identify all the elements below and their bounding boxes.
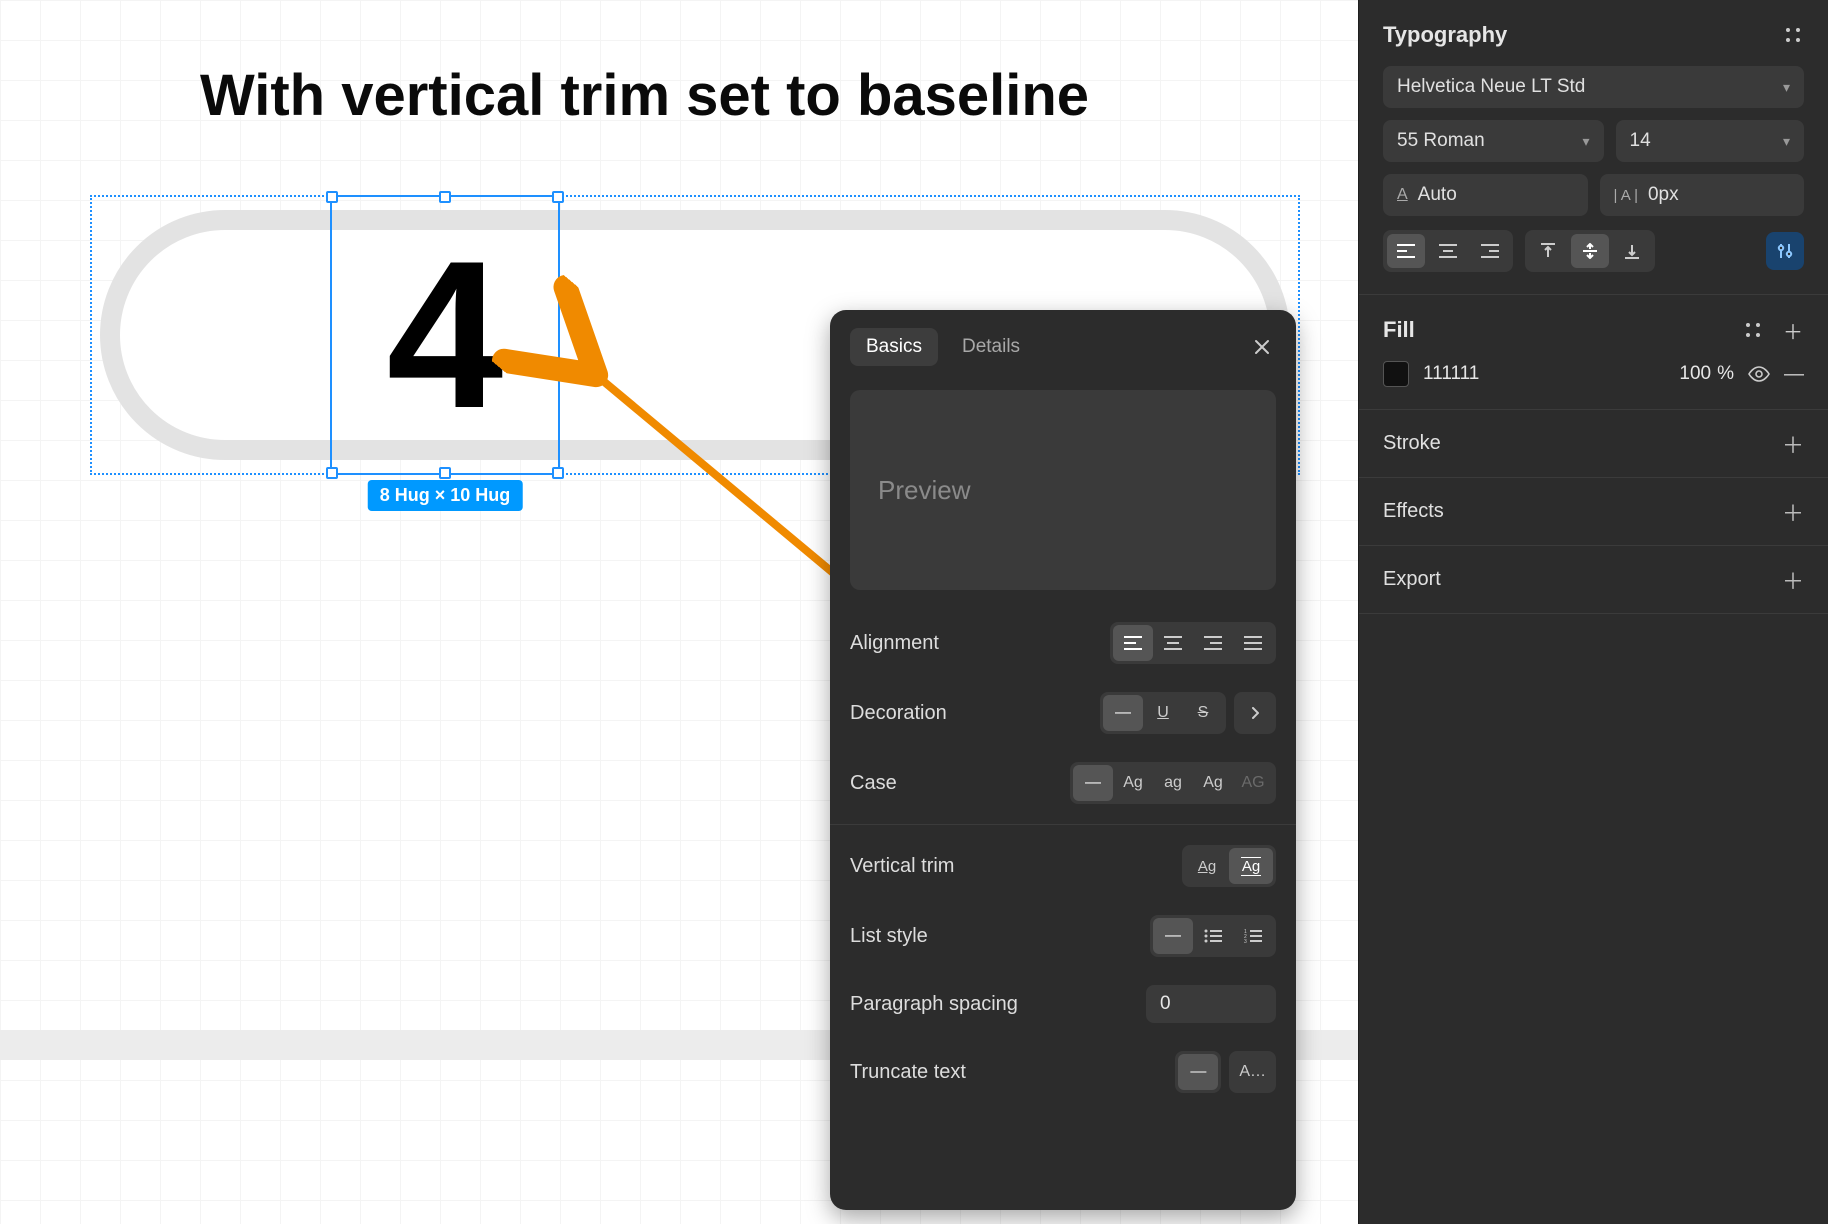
truncate-text-label: Truncate text <box>850 1061 1175 1084</box>
resize-handle-tl[interactable] <box>326 191 338 203</box>
paragraph-spacing-label: Paragraph spacing <box>850 993 1146 1016</box>
preview-box: Preview <box>850 390 1276 590</box>
vertical-trim-standard-button[interactable]: Ag <box>1185 848 1229 884</box>
font-family-value: Helvetica Neue LT Std <box>1397 76 1585 98</box>
fill-hex-input[interactable] <box>1423 363 1513 385</box>
type-settings-button[interactable] <box>1766 232 1804 270</box>
export-add-icon[interactable]: ＋ <box>1782 569 1804 591</box>
svg-text:3: 3 <box>1244 939 1247 943</box>
decoration-strike-button[interactable]: S <box>1183 695 1223 731</box>
selection-size-badge: 8 Hug × 10 Hug <box>368 480 523 511</box>
resize-handle-bl[interactable] <box>326 467 338 479</box>
effects-title: Effects <box>1383 500 1444 523</box>
align-left-button[interactable] <box>1113 625 1153 661</box>
font-size-value: 14 <box>1630 130 1651 152</box>
line-height-icon: A <box>1397 186 1408 204</box>
font-weight-select[interactable]: 55 Roman ▾ <box>1383 120 1604 162</box>
fill-swatch[interactable] <box>1383 361 1409 387</box>
letter-spacing-value: 0px <box>1648 184 1679 206</box>
type-settings-panel: Basics Details Preview Alignment <box>830 310 1296 1210</box>
stroke-add-icon[interactable]: ＋ <box>1782 433 1804 455</box>
decoration-underline-button[interactable]: U <box>1143 695 1183 731</box>
alignment-label: Alignment <box>850 632 1110 655</box>
line-height-value: Auto <box>1418 184 1457 206</box>
font-family-select[interactable]: Helvetica Neue LT Std ▾ <box>1383 66 1804 108</box>
line-height-field[interactable]: A Auto <box>1383 174 1588 216</box>
export-title: Export <box>1383 568 1441 591</box>
letter-spacing-icon: | A | <box>1614 187 1638 204</box>
fill-opacity-unit: % <box>1717 363 1734 385</box>
list-numbered-button[interactable]: 123 <box>1233 918 1273 954</box>
case-none-button[interactable]: — <box>1073 765 1113 801</box>
fill-visibility-icon[interactable] <box>1748 366 1770 382</box>
case-titlecase-button[interactable]: Ag <box>1193 765 1233 801</box>
effects-section-header[interactable]: Effects ＋ <box>1359 478 1828 546</box>
resize-handle-bm[interactable] <box>439 467 451 479</box>
case-smallcaps-button[interactable]: AG <box>1233 765 1273 801</box>
inspector-panel: Typography Helvetica Neue LT Std ▾ 55 Ro… <box>1358 0 1828 1224</box>
chevron-down-icon: ▾ <box>1783 133 1790 150</box>
align-right-button[interactable] <box>1193 625 1233 661</box>
resize-handle-tr[interactable] <box>552 191 564 203</box>
text-align-right-button[interactable] <box>1471 234 1509 268</box>
case-lowercase-button[interactable]: ag <box>1153 765 1193 801</box>
font-size-select[interactable]: 14 ▾ <box>1616 120 1804 162</box>
fill-remove-icon[interactable]: — <box>1784 363 1804 386</box>
list-none-button[interactable]: — <box>1153 918 1193 954</box>
fill-add-icon[interactable]: ＋ <box>1782 319 1804 341</box>
resize-handle-tm[interactable] <box>439 191 451 203</box>
truncate-end-chip[interactable]: A… <box>1229 1051 1276 1093</box>
selected-text-glyph[interactable]: 4 <box>387 230 504 440</box>
chevron-down-icon: ▾ <box>1783 79 1790 96</box>
vertical-trim-label: Vertical trim <box>850 855 1182 878</box>
fill-opacity-input[interactable] <box>1665 363 1711 385</box>
stroke-section-header[interactable]: Stroke ＋ <box>1359 410 1828 478</box>
chevron-down-icon: ▾ <box>1583 133 1590 150</box>
align-center-button[interactable] <box>1153 625 1193 661</box>
typography-styles-icon[interactable] <box>1782 24 1804 46</box>
typography-section: Typography Helvetica Neue LT Std ▾ 55 Ro… <box>1359 0 1828 295</box>
fill-styles-icon[interactable] <box>1742 319 1764 341</box>
list-bullet-button[interactable] <box>1193 918 1233 954</box>
stroke-title: Stroke <box>1383 432 1441 455</box>
export-section-header[interactable]: Export ＋ <box>1359 546 1828 614</box>
letter-spacing-field[interactable]: | A | 0px <box>1600 174 1805 216</box>
decoration-label: Decoration <box>850 702 1100 725</box>
align-justify-button[interactable] <box>1233 625 1273 661</box>
font-weight-value: 55 Roman <box>1397 130 1485 152</box>
truncate-none-button[interactable]: — <box>1178 1054 1218 1090</box>
tab-details[interactable]: Details <box>946 328 1036 366</box>
paragraph-spacing-input[interactable] <box>1146 985 1276 1023</box>
effects-add-icon[interactable]: ＋ <box>1782 501 1804 523</box>
case-capitalize-button[interactable]: Ag <box>1113 765 1153 801</box>
typography-title: Typography <box>1383 22 1507 48</box>
vertical-align-middle-button[interactable] <box>1571 234 1609 268</box>
case-label: Case <box>850 772 1070 795</box>
vertical-trim-cap-button[interactable]: Ag <box>1229 848 1273 884</box>
list-style-label: List style <box>850 925 1150 948</box>
text-align-center-button[interactable] <box>1429 234 1467 268</box>
fill-title: Fill <box>1383 317 1415 343</box>
resize-handle-br[interactable] <box>552 467 564 479</box>
design-canvas[interactable]: With vertical trim set to baseline 4 8 H… <box>0 0 1358 1224</box>
tab-basics[interactable]: Basics <box>850 328 938 366</box>
preview-placeholder: Preview <box>878 475 970 506</box>
vertical-align-bottom-button[interactable] <box>1613 234 1651 268</box>
vertical-align-top-button[interactable] <box>1529 234 1567 268</box>
canvas-heading: With vertical trim set to baseline <box>200 62 1089 129</box>
close-icon[interactable] <box>1248 333 1276 361</box>
text-align-left-button[interactable] <box>1387 234 1425 268</box>
decoration-more-button[interactable] <box>1237 695 1273 731</box>
decoration-none-button[interactable]: — <box>1103 695 1143 731</box>
selection-inner-frame[interactable]: 4 8 Hug × 10 Hug <box>330 195 560 475</box>
fill-section: Fill ＋ % — <box>1359 295 1828 410</box>
